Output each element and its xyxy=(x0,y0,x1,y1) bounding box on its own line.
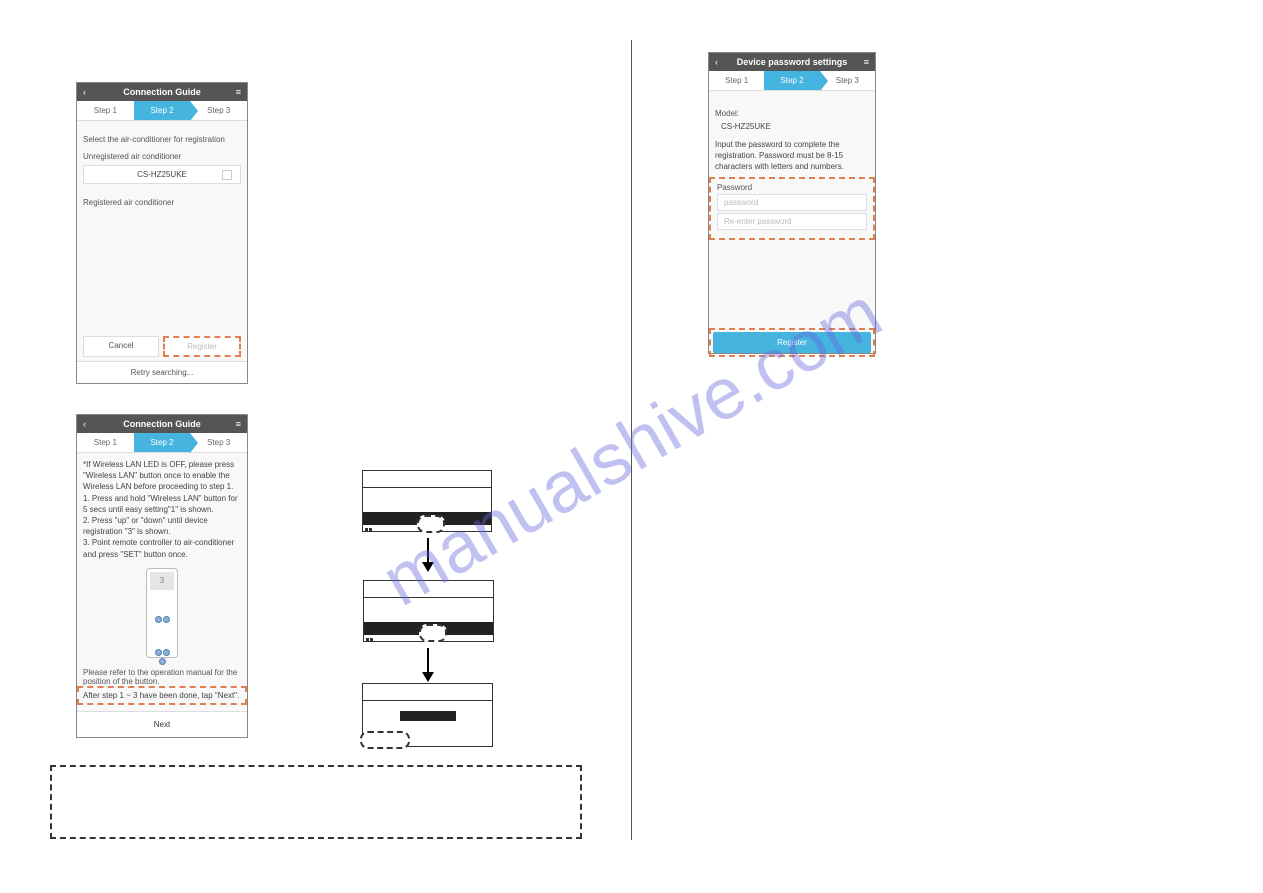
password-input-group: Password password Re-enter password xyxy=(709,177,875,240)
arrow-1 xyxy=(427,538,429,564)
menu-icon[interactable]: ≡ xyxy=(227,87,241,97)
titlebar: ‹ Device password settings ≡ xyxy=(709,53,875,71)
step-3[interactable]: Step 3 xyxy=(190,433,247,452)
remote-set-btn xyxy=(159,658,166,665)
panel-1-highlight xyxy=(417,515,445,533)
register-highlight: Register xyxy=(709,328,875,357)
step-3[interactable]: Step 3 xyxy=(190,101,247,120)
password-label: Password xyxy=(717,183,867,192)
phone-connection-guide-instructions: ‹ Connection Guide ≡ Step 1 Step 2 Step … xyxy=(76,414,248,738)
step-3[interactable]: Step 3 xyxy=(820,71,875,90)
after-step-note: After step 1 ~ 3 have been done, tap "Ne… xyxy=(77,686,247,705)
register-button[interactable]: Register xyxy=(713,332,871,353)
menu-icon[interactable]: ≡ xyxy=(855,57,869,67)
remote-display: 3 xyxy=(150,572,174,590)
arrow-2 xyxy=(427,648,429,674)
remote-illustration: 3 xyxy=(146,568,178,658)
model-value: CS-HZ25UKE xyxy=(721,122,869,131)
instruction-1: 1. Press and hold "Wireless LAN" button … xyxy=(83,493,241,515)
phone-password-settings: ‹ Device password settings ≡ Step 1 Step… xyxy=(708,52,876,354)
step-1[interactable]: Step 1 xyxy=(77,101,134,120)
screen-title: Connection Guide xyxy=(97,419,227,429)
back-icon[interactable]: ‹ xyxy=(83,87,97,97)
device-name: CS-HZ25UKE xyxy=(137,170,187,179)
next-button[interactable]: Next xyxy=(77,711,247,737)
note-box xyxy=(50,765,582,839)
step-1[interactable]: Step 1 xyxy=(709,71,764,90)
registered-label: Registered air conditioner xyxy=(83,198,241,207)
menu-icon[interactable]: ≡ xyxy=(227,419,241,429)
device-checkbox[interactable] xyxy=(222,170,232,180)
manual-note: Please refer to the operation manual for… xyxy=(83,668,241,686)
password-instruction: Input the password to complete the regis… xyxy=(715,139,869,173)
step-1[interactable]: Step 1 xyxy=(77,433,134,452)
back-icon[interactable]: ‹ xyxy=(715,57,729,67)
panel-2-highlight xyxy=(419,624,447,642)
retry-button[interactable]: Retry searching... xyxy=(77,361,247,383)
screen-title: Connection Guide xyxy=(97,87,227,97)
titlebar: ‹ Connection Guide ≡ xyxy=(77,83,247,101)
instruction-intro: *If Wireless LAN LED is OFF, please pres… xyxy=(83,459,241,493)
reenter-password-input[interactable]: Re-enter password xyxy=(717,213,867,230)
step-bar: Step 1 Step 2 Step 3 xyxy=(77,101,247,121)
cancel-button[interactable]: Cancel xyxy=(83,336,159,357)
screen-title: Device password settings xyxy=(729,57,855,67)
unregistered-label: Unregistered air conditioner xyxy=(83,152,241,161)
instruction-3: 3. Point remote controller to air-condit… xyxy=(83,537,241,559)
step-bar: Step 1 Step 2 Step 3 xyxy=(709,71,875,91)
register-button[interactable]: Register xyxy=(163,336,241,357)
password-input[interactable]: password xyxy=(717,194,867,211)
column-divider xyxy=(631,40,632,840)
step-2[interactable]: Step 2 xyxy=(134,101,191,120)
instruction-2: 2. Press "up" or "down" until device reg… xyxy=(83,515,241,537)
phone-connection-guide-list: ‹ Connection Guide ≡ Step 1 Step 2 Step … xyxy=(76,82,248,384)
select-ac-label: Select the air-conditioner for registrat… xyxy=(83,135,241,144)
step-2[interactable]: Step 2 xyxy=(764,71,819,90)
titlebar: ‹ Connection Guide ≡ xyxy=(77,415,247,433)
device-row[interactable]: CS-HZ25UKE xyxy=(83,165,241,184)
model-label: Model: xyxy=(715,109,869,118)
step-2[interactable]: Step 2 xyxy=(134,433,191,452)
panel-3-highlight xyxy=(360,731,410,749)
step-bar: Step 1 Step 2 Step 3 xyxy=(77,433,247,453)
back-icon[interactable]: ‹ xyxy=(83,419,97,429)
